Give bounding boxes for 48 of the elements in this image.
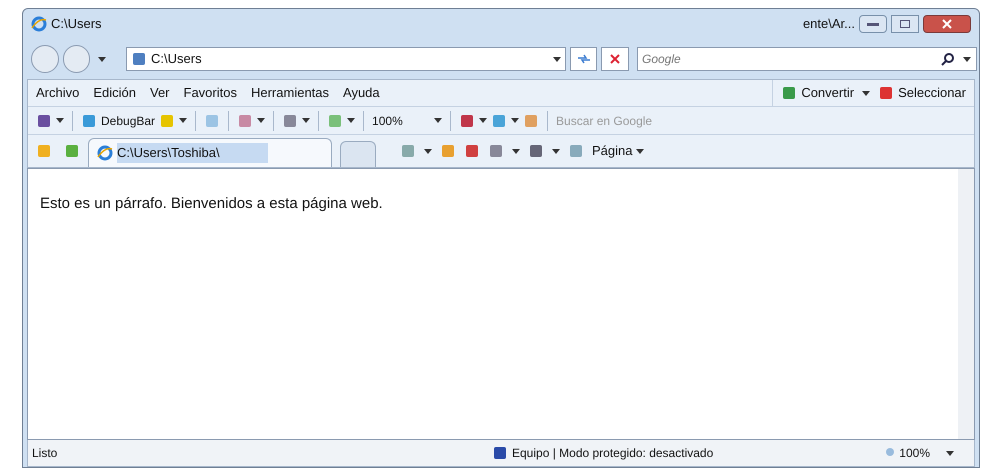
debugbar-button[interactable]: DebugBar [101,112,156,130]
caret-icon[interactable] [552,148,560,154]
caret-icon[interactable] [98,56,106,62]
caret-icon[interactable] [636,148,644,154]
browser-logo-icon [31,16,47,32]
caret-icon[interactable] [56,118,64,123]
page-menu-button[interactable]: Página [592,141,644,161]
maximize-button[interactable] [891,15,919,33]
caret-icon[interactable] [179,118,188,123]
caret-icon[interactable] [347,118,356,123]
zone-text: Equipo | Modo protegido: desactivado [512,445,714,462]
zoom-dropdown[interactable]: 100% [372,112,442,130]
google-search-field[interactable]: Buscar en Google [556,112,688,130]
select-button[interactable]: Seleccionar [898,83,966,103]
status-text: Listo [32,445,58,462]
menu-item[interactable]: Ver [150,83,170,103]
caret-icon[interactable] [862,90,870,96]
window-title-tail: ente\Ar... [802,15,855,34]
close-button[interactable] [923,15,971,33]
refresh-button[interactable] [570,47,598,71]
menu-item[interactable]: Herramientas [250,83,330,103]
stop-button[interactable] [601,47,629,71]
search-field[interactable]: Google [636,47,977,71]
menu-item[interactable]: Edición [93,83,136,103]
zoom-button[interactable]: 100% [883,444,930,462]
convert-button[interactable]: Convertir [801,83,854,103]
menu-item[interactable]: Ayuda [343,83,380,103]
caret-icon[interactable] [257,118,266,123]
close-icon [942,19,952,29]
caret-icon[interactable] [512,148,520,154]
menu-item[interactable]: Archivo [36,83,80,103]
caret-icon[interactable] [424,148,432,154]
caret-icon[interactable] [302,118,310,123]
tab[interactable]: C:\Users\Toshiba\ [88,138,332,167]
minimize-button[interactable] [859,15,887,33]
scrollbar[interactable] [958,169,974,439]
close-icon [610,54,620,64]
refresh-icon [576,53,591,65]
browser-logo-icon [97,145,113,161]
caret-icon[interactable] [511,118,520,123]
window-title: C:\Users [51,15,102,34]
caret-icon[interactable] [434,118,442,123]
caret-icon[interactable] [552,56,561,62]
menu-item[interactable]: Favoritos [184,83,237,103]
caret-icon[interactable] [479,118,488,123]
caret-icon[interactable] [946,450,954,456]
address-field[interactable]: C:\Users [126,47,566,71]
paragraph: Esto es un párrafo. Bienvenidos a esta página web. [39,194,384,214]
